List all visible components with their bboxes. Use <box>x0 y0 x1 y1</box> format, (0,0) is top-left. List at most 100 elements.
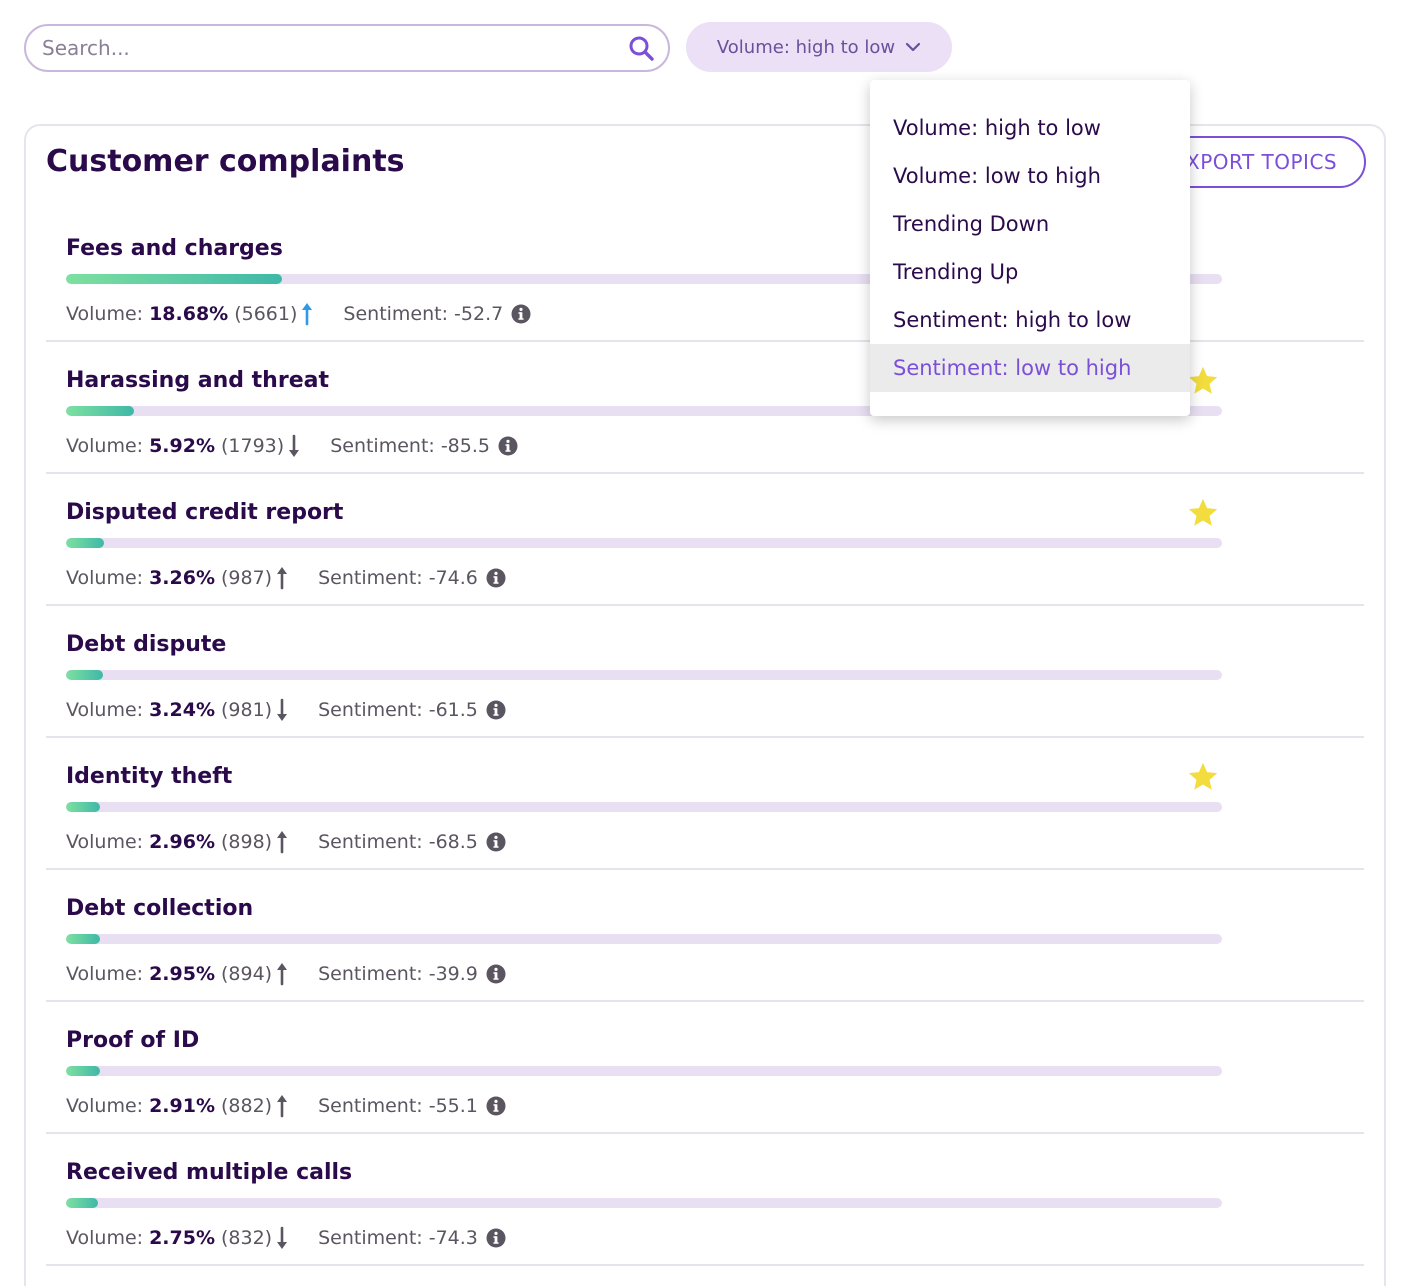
trend-up-arrow-icon <box>301 302 313 326</box>
sentiment-prefix: Sentiment: <box>318 1227 423 1249</box>
topic-name[interactable]: Debt dispute <box>66 632 226 657</box>
sentiment-label: Sentiment: -74.6 <box>318 567 478 589</box>
sort-option-6[interactable]: Sentiment: low to high <box>870 344 1190 392</box>
volume-percent: 2.96% <box>149 831 215 853</box>
sentiment-prefix: Sentiment: <box>343 303 449 325</box>
sort-option-1[interactable]: Volume: high to low <box>870 104 1190 152</box>
info-icon[interactable] <box>486 568 506 588</box>
sentiment-value: -61.5 <box>428 699 478 721</box>
volume-label: Volume: <box>66 567 144 589</box>
info-icon[interactable] <box>486 1096 506 1116</box>
chevron-down-icon <box>905 42 921 52</box>
volume-bar-fill <box>66 538 104 548</box>
star-icon[interactable] <box>1186 496 1220 530</box>
sentiment-label: Sentiment: -74.3 <box>318 1227 478 1249</box>
topic-row-8[interactable]: Received multiple calls Volume: 2.75% (8… <box>46 1134 1364 1266</box>
sentiment-prefix: Sentiment: <box>318 567 423 589</box>
volume-bar-fill <box>66 1066 100 1076</box>
topic-name[interactable]: Fees and charges <box>66 236 283 261</box>
volume-label: Volume: <box>66 1095 144 1117</box>
sort-option-5[interactable]: Sentiment: high to low <box>870 296 1190 344</box>
info-icon[interactable] <box>486 832 506 852</box>
volume-bar-fill <box>66 934 101 944</box>
volume-percent: 5.92% <box>149 435 215 457</box>
topic-stats: Volume: 2.96% (898) Sentiment: -68.5 <box>66 830 506 854</box>
volume-bar-fill <box>66 274 282 284</box>
volume-label: Volume: <box>66 1227 144 1249</box>
topic-stats: Volume: 3.24% (981) Sentiment: -61.5 <box>66 698 506 722</box>
volume-count: (898) <box>221 831 273 853</box>
sentiment-label: Sentiment: -68.5 <box>318 831 478 853</box>
volume-count: (882) <box>221 1095 273 1117</box>
volume-label: Volume: <box>66 831 144 853</box>
topic-stats: Volume: 2.75% (832) Sentiment: -74.3 <box>66 1226 506 1250</box>
topic-row-4[interactable]: Debt dispute Volume: 3.24% (981) Sentime… <box>46 606 1364 738</box>
info-icon[interactable] <box>486 964 506 984</box>
volume-count: (832) <box>221 1227 273 1249</box>
sentiment-value: -74.3 <box>428 1227 478 1249</box>
volume-bar-fill <box>66 670 104 680</box>
sort-option-2[interactable]: Volume: low to high <box>870 152 1190 200</box>
topic-name[interactable]: Proof of ID <box>66 1028 199 1053</box>
sort-option-3[interactable]: Trending Down <box>870 200 1190 248</box>
topic-name[interactable]: Harassing and threat <box>66 368 329 393</box>
sentiment-prefix: Sentiment: <box>318 963 423 985</box>
sentiment-prefix: Sentiment: <box>318 831 423 853</box>
sentiment-value: -85.5 <box>440 435 490 457</box>
star-icon[interactable] <box>1186 760 1220 794</box>
topic-row-3[interactable]: Disputed credit report Volume: 3.26% (98… <box>46 474 1364 606</box>
topic-stats: Volume: 5.92% (1793) Sentiment: -85.5 <box>66 434 518 458</box>
volume-label: Volume: <box>66 963 144 985</box>
panel-title: Customer complaints <box>46 144 405 179</box>
topic-name[interactable]: Disputed credit report <box>66 500 343 525</box>
topic-name[interactable]: Identity theft <box>66 764 232 789</box>
info-icon[interactable] <box>486 1228 506 1248</box>
sentiment-value: -68.5 <box>428 831 478 853</box>
info-icon[interactable] <box>486 700 506 720</box>
star-icon[interactable] <box>1186 364 1220 398</box>
volume-count: (894) <box>221 963 273 985</box>
volume-bar-fill <box>66 406 135 416</box>
search-icon[interactable] <box>628 35 654 61</box>
volume-percent: 2.95% <box>149 963 215 985</box>
topic-stats: Volume: 2.91% (882) Sentiment: -55.1 <box>66 1094 506 1118</box>
info-icon[interactable] <box>498 436 518 456</box>
sort-option-4[interactable]: Trending Up <box>870 248 1190 296</box>
volume-bar <box>66 1198 1222 1208</box>
volume-percent: 3.26% <box>149 567 215 589</box>
trend-up-arrow-icon <box>276 830 288 854</box>
topic-row-7[interactable]: Proof of ID Volume: 2.91% (882) Sentimen… <box>46 1002 1364 1134</box>
topic-stats: Volume: 2.95% (894) Sentiment: -39.9 <box>66 962 506 986</box>
sort-dropdown-button[interactable]: Volume: high to low <box>686 22 952 72</box>
topic-row-6[interactable]: Debt collection Volume: 2.95% (894) Sent… <box>46 870 1364 1002</box>
volume-label: Volume: <box>66 303 144 325</box>
volume-percent: 2.75% <box>149 1227 215 1249</box>
volume-bar <box>66 670 1222 680</box>
volume-bar-fill <box>66 802 101 812</box>
sentiment-label: Sentiment: -52.7 <box>343 303 503 325</box>
volume-label: Volume: <box>66 699 144 721</box>
volume-count: (987) <box>221 567 273 589</box>
sentiment-value: -39.9 <box>428 963 478 985</box>
volume-count: (5661) <box>234 303 298 325</box>
sentiment-value: -55.1 <box>428 1095 478 1117</box>
sentiment-prefix: Sentiment: <box>318 1095 423 1117</box>
info-icon[interactable] <box>511 304 531 324</box>
volume-percent: 2.91% <box>149 1095 215 1117</box>
trend-down-arrow-icon <box>276 698 288 722</box>
volume-bar <box>66 538 1222 548</box>
sentiment-value: -52.7 <box>454 303 504 325</box>
volume-count: (981) <box>221 699 273 721</box>
volume-bar-fill <box>66 1198 98 1208</box>
search-box[interactable] <box>24 24 670 72</box>
volume-percent: 3.24% <box>149 699 215 721</box>
volume-bar <box>66 934 1222 944</box>
sort-dropdown-menu: Volume: high to low Volume: low to high Tr… <box>870 80 1190 416</box>
search-input[interactable] <box>42 36 628 60</box>
topic-row-5[interactable]: Identity theft Volume: 2.96% (898) Senti… <box>46 738 1364 870</box>
sentiment-value: -74.6 <box>428 567 478 589</box>
trend-down-arrow-icon <box>276 1226 288 1250</box>
topic-name[interactable]: Debt collection <box>66 896 253 921</box>
topic-name[interactable]: Received multiple calls <box>66 1160 352 1185</box>
sentiment-label: Sentiment: -39.9 <box>318 963 478 985</box>
